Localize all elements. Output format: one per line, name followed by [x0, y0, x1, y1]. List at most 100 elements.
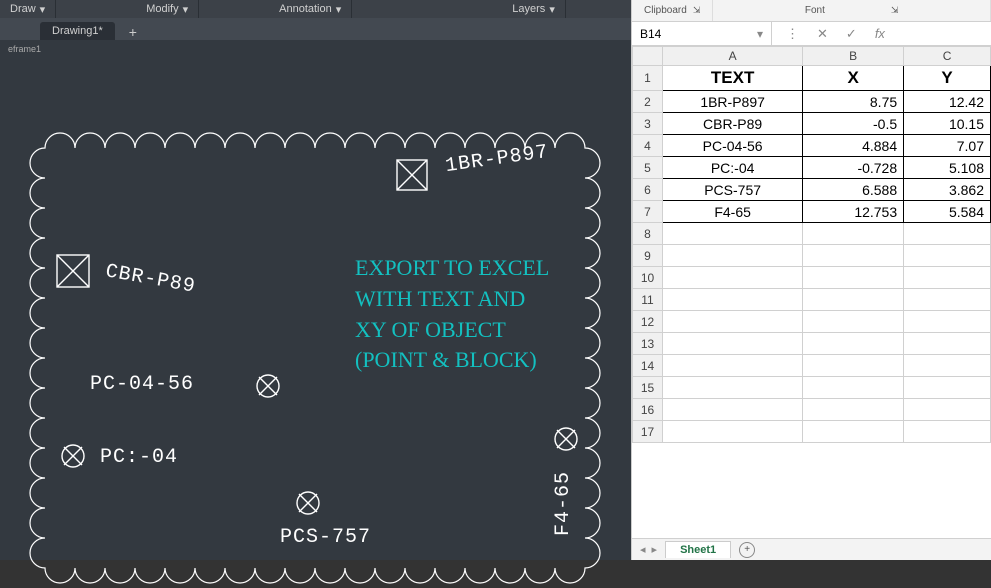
row-header[interactable]: 9 [633, 245, 663, 267]
sheet-tab[interactable]: Sheet1 [665, 541, 731, 558]
cell[interactable]: PC:-04 [663, 157, 803, 179]
row-header[interactable]: 10 [633, 267, 663, 289]
cell[interactable] [663, 289, 803, 311]
ribbon-annotation[interactable]: Annotation ▾ [269, 0, 352, 18]
point-label[interactable]: PC-04-56 [90, 373, 194, 396]
cell[interactable] [663, 355, 803, 377]
cell[interactable] [663, 267, 803, 289]
cell[interactable] [904, 421, 991, 443]
row-header[interactable]: 14 [633, 355, 663, 377]
cell[interactable]: 5.108 [904, 157, 991, 179]
cell[interactable] [663, 245, 803, 267]
chevron-down-icon[interactable]: ▾ [757, 27, 763, 41]
cell[interactable] [904, 267, 991, 289]
row-header[interactable]: 15 [633, 377, 663, 399]
grid[interactable]: A B C 1 TEXT X Y 2 1BR-P897 8.75 12.42 3… [632, 46, 991, 443]
cell[interactable] [663, 421, 803, 443]
row-header[interactable]: 3 [633, 113, 663, 135]
cell[interactable] [904, 245, 991, 267]
cell[interactable] [904, 311, 991, 333]
point-label[interactable]: PCS-757 [280, 526, 371, 549]
block-marker[interactable] [395, 158, 429, 192]
cell[interactable]: 8.75 [803, 91, 904, 113]
cell[interactable] [663, 399, 803, 421]
point-marker[interactable] [553, 426, 579, 452]
row-header[interactable]: 12 [633, 311, 663, 333]
cell[interactable] [803, 289, 904, 311]
cell[interactable] [803, 267, 904, 289]
cancel-icon[interactable]: ✕ [817, 26, 828, 42]
point-marker[interactable] [255, 373, 281, 399]
cell[interactable]: F4-65 [663, 201, 803, 223]
row-header[interactable]: 5 [633, 157, 663, 179]
cell[interactable] [663, 333, 803, 355]
fx-icon[interactable]: fx [875, 26, 885, 41]
dialog-launcher-icon[interactable]: ⇲ [693, 5, 701, 16]
cell[interactable]: 3.862 [904, 179, 991, 201]
dialog-launcher-icon[interactable]: ⇲ [891, 5, 899, 16]
cell[interactable]: 4.884 [803, 135, 904, 157]
col-header-B[interactable]: B [803, 47, 904, 66]
col-header-A[interactable]: A [663, 47, 803, 66]
cell[interactable]: 7.07 [904, 135, 991, 157]
cell[interactable]: 6.588 [803, 179, 904, 201]
cell[interactable] [904, 289, 991, 311]
tab-nav-arrows[interactable]: ◂ ▸ [632, 543, 665, 556]
point-label[interactable]: PC:-04 [100, 446, 178, 469]
drawing-tab[interactable]: Drawing1* [40, 22, 115, 40]
cell[interactable] [803, 377, 904, 399]
cell[interactable]: X [803, 66, 904, 91]
cell[interactable] [803, 245, 904, 267]
block-marker[interactable] [55, 253, 91, 289]
ribbon-layers[interactable]: Layers ▾ [502, 0, 566, 18]
cell[interactable] [904, 399, 991, 421]
cell[interactable] [803, 399, 904, 421]
cell[interactable] [904, 223, 991, 245]
cell[interactable] [803, 333, 904, 355]
cell[interactable] [904, 355, 991, 377]
point-label[interactable]: F4-65 [552, 471, 575, 536]
nav-right-icon[interactable]: ▸ [652, 543, 658, 556]
cell[interactable]: 10.15 [904, 113, 991, 135]
nav-left-icon[interactable]: ◂ [640, 543, 646, 556]
ribbon-group-font[interactable]: Font ⇲ [713, 0, 991, 21]
ribbon-modify[interactable]: Modify ▾ [136, 0, 199, 18]
formula-bar[interactable]: ⋮ ✕ ✓ fx [772, 22, 991, 45]
row-header[interactable]: 8 [633, 223, 663, 245]
row-header[interactable]: 17 [633, 421, 663, 443]
cell[interactable] [803, 421, 904, 443]
cell[interactable]: 12.753 [803, 201, 904, 223]
row-header[interactable]: 16 [633, 399, 663, 421]
col-header-C[interactable]: C [904, 47, 991, 66]
row-header[interactable]: 4 [633, 135, 663, 157]
cell[interactable]: 5.584 [904, 201, 991, 223]
cell[interactable] [663, 311, 803, 333]
row-header[interactable]: 6 [633, 179, 663, 201]
ribbon-draw[interactable]: Draw ▾ [0, 0, 56, 18]
cell[interactable]: 1BR-P897 [663, 91, 803, 113]
more-icon[interactable]: ⋮ [786, 26, 799, 42]
cell[interactable]: PC-04-56 [663, 135, 803, 157]
cell[interactable]: 12.42 [904, 91, 991, 113]
name-box[interactable]: B14 ▾ [632, 22, 772, 45]
select-all-corner[interactable] [633, 47, 663, 66]
cell[interactable]: Y [904, 66, 991, 91]
drawing-canvas[interactable]: 1BR-P897 CBR-P89 PC-04-56 PC:-04 PCS-757 [0, 58, 631, 560]
row-header[interactable]: 1 [633, 66, 663, 91]
ribbon-group-clipboard[interactable]: Clipboard ⇲ [632, 0, 713, 21]
cell[interactable] [803, 311, 904, 333]
point-marker[interactable] [60, 443, 86, 469]
row-header[interactable]: 11 [633, 289, 663, 311]
cell[interactable] [904, 377, 991, 399]
cell[interactable]: -0.5 [803, 113, 904, 135]
worksheet[interactable]: A B C 1 TEXT X Y 2 1BR-P897 8.75 12.42 3… [632, 46, 991, 538]
cell[interactable] [803, 223, 904, 245]
cell[interactable] [803, 355, 904, 377]
cell[interactable] [663, 223, 803, 245]
new-tab-button[interactable]: + [119, 24, 147, 40]
point-marker[interactable] [295, 490, 321, 516]
cell[interactable]: PCS-757 [663, 179, 803, 201]
row-header[interactable]: 7 [633, 201, 663, 223]
cell[interactable]: TEXT [663, 66, 803, 91]
enter-icon[interactable]: ✓ [846, 26, 857, 42]
